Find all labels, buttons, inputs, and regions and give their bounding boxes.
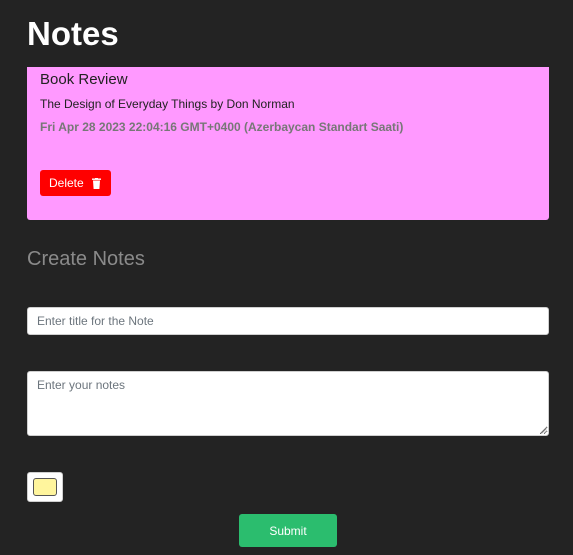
note-content-textarea[interactable] [27,371,549,436]
note-card: Book Review The Design of Everyday Thing… [27,67,549,220]
page-title: Notes [27,15,119,52]
delete-button[interactable]: Delete [40,170,111,196]
delete-button-label: Delete [49,176,84,190]
create-notes-heading: Create Notes [27,248,145,270]
notes-app: Notes Book Review The Design of Everyday… [0,0,573,555]
color-picker[interactable] [27,472,63,502]
color-swatch [33,478,57,496]
note-body: The Design of Everyday Things by Don Nor… [40,97,295,111]
note-title-input[interactable] [27,307,549,335]
submit-button[interactable]: Submit [239,514,337,547]
note-title: Book Review [40,71,128,88]
trash-icon [91,177,101,189]
note-date: Fri Apr 28 2023 22:04:16 GMT+0400 (Azerb… [40,120,404,134]
